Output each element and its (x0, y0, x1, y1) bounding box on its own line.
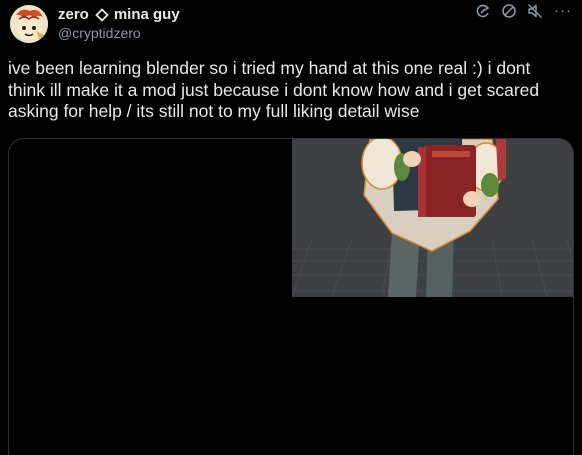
post-actions: ··· (474, 1, 574, 24)
author-handle[interactable]: @cryptidzero (58, 24, 180, 43)
post-header: zero mina guy @cryptidzero ··· (10, 2, 574, 46)
loop-icon (475, 3, 491, 24)
display-name-suffix[interactable]: mina guy (114, 5, 180, 24)
author-names: zero mina guy @cryptidzero (58, 5, 180, 43)
mute-icon (527, 3, 543, 24)
more-button[interactable]: ··· (552, 1, 574, 19)
more-icon: ··· (554, 1, 572, 19)
post-text: ive been learning blender so i tried my … (8, 58, 540, 121)
media-container[interactable] (8, 138, 574, 455)
loop-button[interactable] (474, 4, 492, 22)
block-button[interactable] (500, 3, 518, 24)
display-name-text[interactable]: zero (58, 5, 89, 24)
display-name[interactable]: zero mina guy (58, 5, 180, 24)
render-image[interactable] (292, 139, 573, 297)
block-icon (501, 3, 517, 24)
post-card: zero mina guy @cryptidzero ··· ive been … (0, 0, 582, 455)
mute-button[interactable] (526, 3, 544, 24)
diamond-outline-icon (95, 7, 109, 22)
avatar[interactable] (10, 5, 48, 43)
